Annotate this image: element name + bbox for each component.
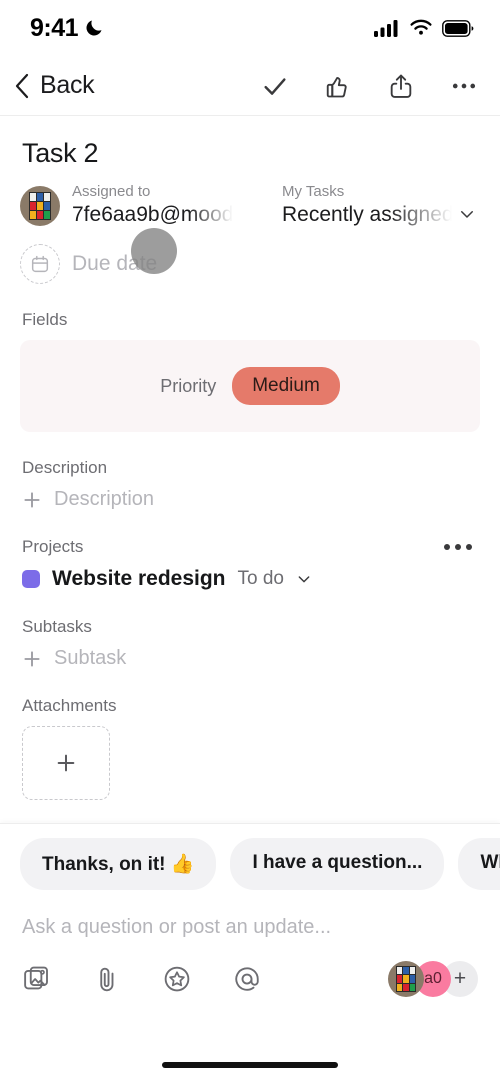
ellipsis-icon[interactable]: [450, 72, 478, 100]
back-button[interactable]: Back: [10, 71, 95, 101]
check-icon[interactable]: [261, 72, 289, 100]
plus-icon: [24, 650, 40, 667]
add-description-label: Description: [54, 488, 155, 510]
ellipsis-icon: [466, 544, 472, 550]
status-bar: 9:41: [0, 0, 500, 56]
status-bar-clock: 9:41: [30, 13, 79, 42]
touch-indicator: [131, 228, 177, 274]
cellular-signal-icon: [374, 19, 398, 37]
project-list-item[interactable]: Website redesign To do: [22, 567, 480, 591]
quick-reply-chip[interactable]: I have a question...: [230, 838, 445, 890]
task-meta-row: Assigned to 7fe6aa9b@mood My Tasks Recen…: [20, 183, 480, 228]
paperclip-icon[interactable]: [92, 964, 122, 994]
fields-heading: Fields: [22, 310, 68, 329]
my-tasks-field[interactable]: My Tasks Recently assigned: [282, 183, 476, 228]
battery-full-icon: [442, 19, 474, 37]
my-tasks-label: My Tasks: [282, 183, 345, 200]
project-color-swatch: [22, 570, 40, 588]
collaborators: a0 +: [388, 961, 478, 997]
crescent-moon-icon: [86, 20, 102, 36]
navigation-bar: Back: [0, 56, 500, 116]
assignee-text: Assigned to 7fe6aa9b@mood: [72, 183, 233, 228]
due-date-icon-wrap: [20, 244, 60, 284]
my-tasks-value-clip: Recently assigned: [282, 202, 452, 228]
chevron-down-icon[interactable]: [296, 571, 312, 587]
add-description-button[interactable]: Description: [22, 488, 480, 511]
assignee-value: 7fe6aa9b@mood: [72, 202, 234, 226]
at-mention-icon[interactable]: [232, 964, 262, 994]
share-icon[interactable]: [387, 72, 415, 100]
add-attachment-button[interactable]: [22, 726, 110, 800]
thumbs-up-icon[interactable]: [324, 72, 352, 100]
back-button-label: Back: [40, 71, 95, 99]
quick-reply-chips: Thanks, on it! 👍 I have a question... Wh…: [0, 824, 500, 890]
assignee-label: Assigned to: [72, 183, 151, 200]
assignee-value-clip: 7fe6aa9b@mood: [72, 202, 233, 228]
plus-icon: [24, 491, 40, 508]
wifi-icon: [410, 19, 432, 35]
status-bar-right: [374, 19, 474, 38]
description-heading: Description: [22, 458, 108, 477]
due-date-field[interactable]: Due date: [20, 244, 480, 284]
navbar-actions: [261, 72, 478, 100]
projects-heading: Projects: [22, 537, 84, 556]
my-tasks-text: My Tasks Recently assigned: [282, 183, 452, 228]
quick-reply-chip[interactable]: When do you need this?: [458, 838, 500, 890]
assignee-field[interactable]: Assigned to 7fe6aa9b@mood: [20, 183, 282, 228]
avatar[interactable]: [388, 961, 424, 997]
priority-value-badge[interactable]: Medium: [232, 367, 340, 405]
composer-toolbar: a0 +: [0, 939, 500, 997]
add-subtask-button[interactable]: Subtask: [22, 647, 480, 670]
home-indicator: [162, 1062, 338, 1068]
project-name: Website redesign: [52, 567, 226, 590]
task-detail-content: Task 2 Assigned to 7fe6aa9b@mood My Task…: [0, 138, 500, 800]
projects-more-button[interactable]: [438, 538, 478, 556]
composer-tools: [22, 964, 262, 994]
priority-label: Priority: [160, 375, 217, 396]
status-bar-left: 9:41: [30, 14, 104, 43]
photo-stack-icon[interactable]: [22, 964, 52, 994]
my-tasks-value: Recently assigned: [282, 202, 452, 226]
add-subtask-label: Subtask: [54, 647, 127, 669]
ellipsis-icon: [455, 544, 461, 550]
subtasks-heading: Subtasks: [22, 617, 92, 636]
projects-header: Projects: [22, 537, 478, 557]
avatar: [20, 185, 60, 226]
calendar-icon: [31, 255, 49, 273]
quick-reply-chip[interactable]: Thanks, on it! 👍: [20, 838, 217, 890]
attachments-heading: Attachments: [22, 696, 117, 715]
chevron-down-icon[interactable]: [458, 205, 476, 223]
ellipsis-icon: [444, 544, 450, 550]
star-circle-icon[interactable]: [162, 964, 192, 994]
page-title: Task 2: [22, 138, 99, 168]
chevron-left-icon: [15, 73, 29, 98]
task-detail-screen: 9:41 Back Task 2 Assigned to 7fe6aa9b@mo…: [0, 0, 500, 1080]
fields-panel: Priority Medium: [20, 340, 480, 432]
project-status: To do: [237, 568, 284, 589]
comment-composer-sheet: Thanks, on it! 👍 I have a question... Wh…: [0, 823, 500, 1080]
plus-icon: [57, 754, 75, 772]
comment-input[interactable]: Ask a question or post an update...: [0, 890, 500, 939]
